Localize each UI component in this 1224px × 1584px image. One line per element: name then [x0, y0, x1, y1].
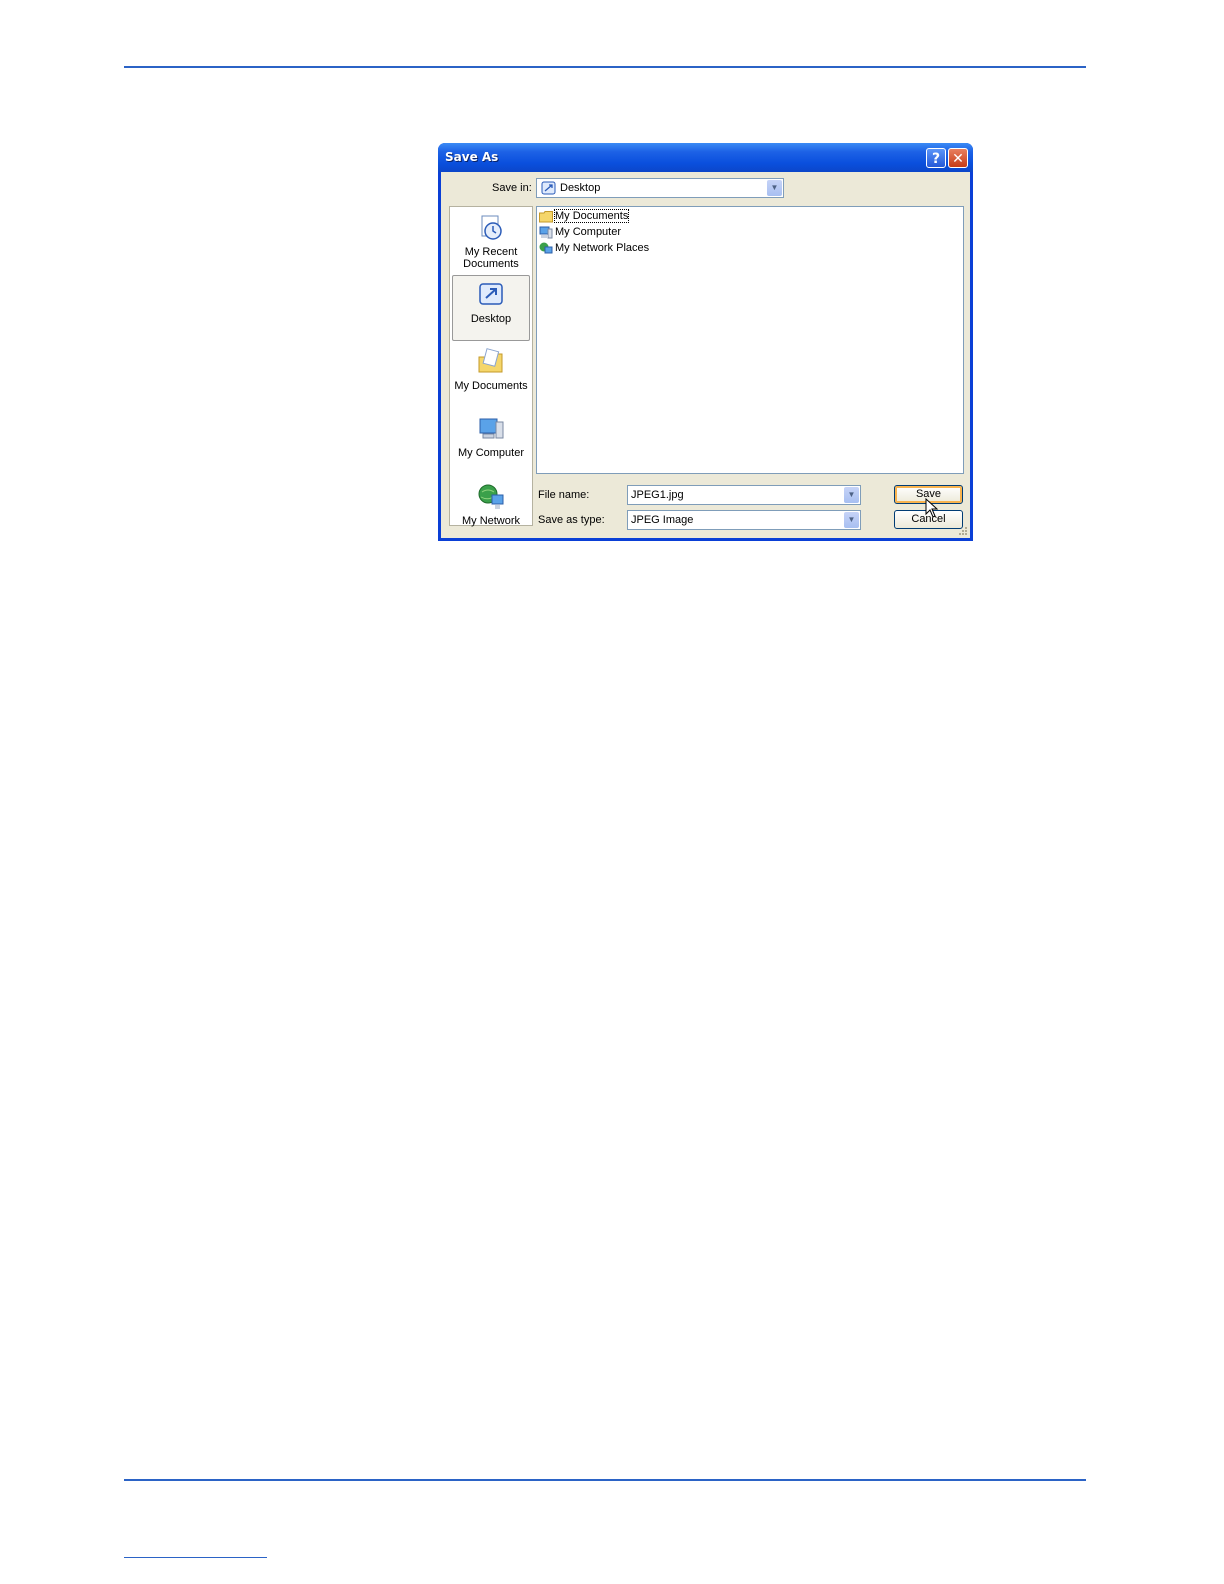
save-as-dialog: Save As ? ✕ Save in: Desktop ▼ My Recent…: [438, 143, 973, 541]
file-label: My Computer: [555, 226, 622, 238]
save-type-value: JPEG Image: [631, 514, 694, 526]
chevron-down-icon[interactable]: ▼: [844, 487, 859, 503]
mouse-pointer-icon: [925, 498, 939, 518]
resize-grip-icon[interactable]: [958, 526, 968, 536]
network-icon: [539, 242, 553, 254]
place-label: Desktop: [470, 313, 512, 325]
save-type-dropdown[interactable]: JPEG Image ▼: [627, 510, 861, 530]
my-network-icon: [478, 484, 504, 509]
file-label: My Network Places: [555, 242, 650, 254]
page-header-rule: [124, 66, 1086, 68]
place-desktop[interactable]: Desktop: [452, 275, 530, 341]
help-icon: ?: [931, 151, 941, 167]
dialog-body: Save in: Desktop ▼ My Recent Documents D…: [441, 172, 970, 538]
places-bar: My Recent Documents Desktop My Documents: [449, 206, 533, 527]
page-footer-rule: [124, 1479, 1086, 1481]
chevron-down-icon[interactable]: ▼: [844, 512, 859, 528]
place-label: My Network: [461, 515, 521, 527]
place-label: My Documents: [454, 380, 528, 392]
file-name-value: JPEG1.jpg: [631, 489, 684, 501]
file-name-field[interactable]: JPEG1.jpg ▼: [627, 485, 861, 505]
file-label: My Documents: [553, 209, 630, 223]
place-label: My Recent: [464, 246, 518, 258]
computer-icon: [539, 226, 553, 239]
title-bar[interactable]: Save As ? ✕: [438, 143, 973, 172]
my-computer-icon: [479, 418, 504, 439]
place-label-line2: Documents: [463, 258, 519, 270]
save-type-label: Save as type:: [538, 514, 605, 526]
recent-documents-icon: [481, 215, 502, 240]
dialog-title: Save As: [445, 150, 499, 164]
place-my-computer[interactable]: My Computer: [450, 414, 532, 459]
save-in-value: Desktop: [560, 182, 601, 194]
help-button[interactable]: ?: [926, 148, 946, 168]
desktop-small-icon: [541, 181, 556, 195]
place-my-network[interactable]: My Network: [450, 482, 532, 527]
place-my-documents[interactable]: My Documents: [450, 347, 532, 392]
my-documents-icon: [478, 348, 503, 373]
desktop-icon: [479, 283, 503, 305]
list-item[interactable]: My Documents: [539, 209, 630, 223]
save-in-dropdown[interactable]: Desktop ▼: [536, 178, 784, 198]
list-item[interactable]: My Computer: [539, 225, 621, 239]
file-list[interactable]: My Documents My Computer My Network Plac…: [536, 206, 964, 474]
save-in-label: Save in:: [492, 182, 532, 194]
file-name-label: File name:: [538, 489, 590, 501]
place-recent-documents[interactable]: My Recent Documents: [450, 213, 532, 270]
chevron-down-icon[interactable]: ▼: [767, 180, 782, 196]
folder-icon: [539, 210, 553, 223]
close-icon: ✕: [952, 151, 964, 167]
list-item[interactable]: My Network Places: [539, 241, 649, 255]
close-button[interactable]: ✕: [948, 148, 968, 168]
footnote-rule: [124, 1557, 267, 1558]
place-label: My Computer: [457, 447, 525, 459]
